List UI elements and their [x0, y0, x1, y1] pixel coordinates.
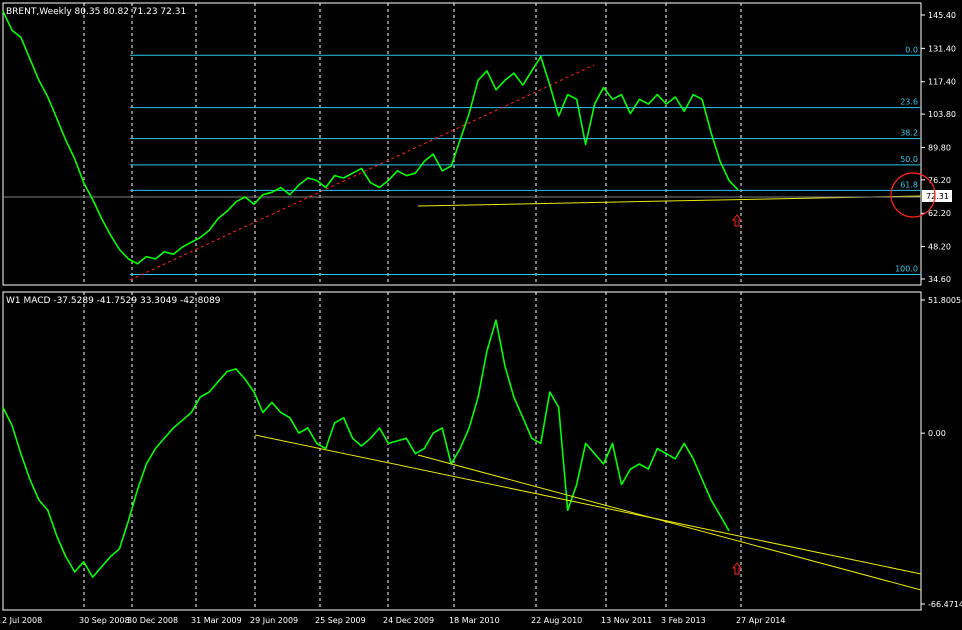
fib-level-label: 100.0	[895, 264, 918, 273]
time-tick-label: 29 Jun 2009	[250, 616, 298, 625]
price-panel-frame	[2, 2, 922, 286]
vertical-grid	[83, 3, 742, 610]
price-tick-label: 48.20	[928, 243, 951, 252]
macd-tick-label: 0.00	[928, 429, 946, 438]
price-signal-arrow-icon	[731, 214, 743, 227]
macd-lower-trendline	[417, 454, 922, 591]
macd-tick-label: 51.8005	[928, 296, 961, 305]
time-tick-label: 25 Sep 2009	[315, 616, 366, 625]
fib-connector-line	[129, 64, 595, 281]
price-tick-label: 145.40	[928, 11, 956, 20]
time-axis: 2 Jul 2008 30 Sep 200830 Dec 2008 31 Mar 2…	[2, 616, 785, 625]
price-tick-label: 62.20	[928, 209, 951, 218]
price-tick-label: 131.40	[928, 44, 956, 53]
price-series-line	[2, 10, 739, 265]
time-tick-label: 2 Jul 2008	[2, 616, 42, 625]
time-tick-label: 24 Dec 2009	[383, 616, 434, 625]
fib-level-label: 50.0	[900, 155, 918, 164]
macd-series-line	[2, 319, 730, 578]
time-tick-label: 30 Dec 2008	[127, 616, 178, 625]
price-tick-label: 103.80	[928, 110, 956, 119]
time-tick-label: 27 Apr 2014	[736, 616, 785, 625]
macd-tick-label: -66.4714	[928, 600, 962, 609]
time-tick-label: 30 Sep 2008	[79, 616, 130, 625]
fib-level-label: 38.2	[900, 129, 918, 138]
time-tick-label: 22 Aug 2010	[531, 616, 582, 625]
current-price-label: 72.31	[926, 192, 949, 201]
macd-upper-trendline	[254, 434, 922, 575]
time-tick-label: 31 Mar 2009	[191, 616, 242, 625]
time-tick-label: 3 Feb 2013	[661, 616, 706, 625]
price-axis: 145.40131.40117.40103.8089.8076.2062.204…	[921, 11, 956, 284]
fib-level-label: 0.0	[905, 45, 918, 54]
price-tick-label: 117.40	[928, 78, 956, 87]
macd-panel-header: W1 MACD -37.5289 -41.7529 33.3049 -42.80…	[6, 296, 221, 306]
chart-canvas: BRENT,Weekly 80.35 80.82 71.23 72.31 W1 …	[2, 2, 962, 625]
price-tick-label: 89.80	[928, 143, 951, 152]
macd-panel-frame	[2, 291, 922, 611]
macd-axis: 51.8005 0.00 -66.4714	[921, 296, 962, 609]
time-tick-label: 13 Nov 2011	[601, 616, 652, 625]
macd-signal-arrow-icon	[731, 562, 743, 575]
fib-level-label: 23.6	[900, 98, 918, 107]
price-panel-header: BRENT,Weekly 80.35 80.82 71.23 72.31	[6, 7, 186, 17]
price-tick-label: 34.60	[928, 275, 951, 284]
time-tick-label: 18 Mar 2010	[449, 616, 500, 625]
fib-level-label: 61.8	[900, 180, 918, 189]
